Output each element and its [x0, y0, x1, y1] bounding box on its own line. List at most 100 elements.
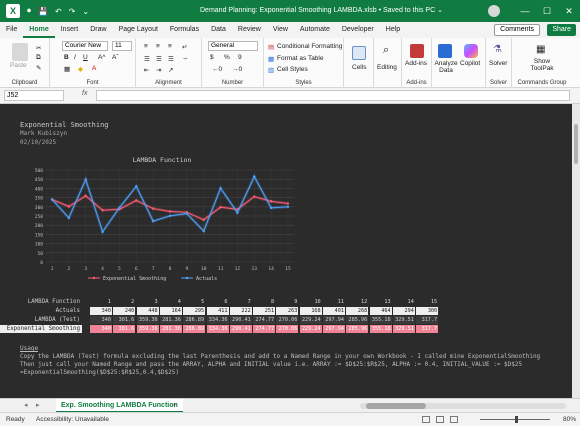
- format-painter-icon[interactable]: ✎: [36, 64, 41, 72]
- table-header-label[interactable]: LAMBDA Function: [0, 298, 80, 306]
- lambda-label[interactable]: LAMBDA (Test): [0, 316, 80, 324]
- tab-formulas[interactable]: Formulas: [164, 22, 205, 38]
- cell-styles-icon[interactable]: ▥: [268, 66, 274, 74]
- table-header-cell[interactable]: 15: [416, 298, 438, 306]
- copy-icon[interactable]: ⧉: [36, 54, 41, 62]
- redo-icon[interactable]: ↷: [69, 7, 76, 16]
- currency-button[interactable]: $: [210, 54, 214, 61]
- usage-line[interactable]: Then just call your Named Range and pass…: [20, 361, 540, 369]
- table-header-cell[interactable]: 3: [137, 298, 159, 306]
- es-cell[interactable]: 270.06: [276, 325, 299, 333]
- usage-line[interactable]: Copy the LAMBDA (Test) formula excluding…: [20, 353, 540, 361]
- tab-developer[interactable]: Developer: [336, 22, 380, 38]
- es-label[interactable]: Exponential Smoothing: [0, 325, 82, 333]
- maximize-icon[interactable]: ☐: [536, 6, 558, 17]
- table-header-cell[interactable]: 12: [346, 298, 368, 306]
- comma-style-button[interactable]: 9: [238, 54, 242, 61]
- actuals-cell[interactable]: 294: [392, 307, 415, 315]
- prev-sheet-icon[interactable]: ◂: [24, 401, 28, 409]
- merge-center-icon[interactable]: ⇔: [182, 55, 189, 62]
- usage-heading[interactable]: Usage: [20, 345, 540, 353]
- italic-button[interactable]: I: [74, 54, 76, 61]
- align-bottom-icon[interactable]: ≡: [168, 43, 172, 50]
- vertical-scrollbar[interactable]: [572, 104, 580, 398]
- conditional-formatting-icon[interactable]: ▤: [268, 43, 274, 51]
- lambda-cell[interactable]: 329.51: [392, 316, 415, 324]
- paste-button[interactable]: Paste: [10, 62, 27, 69]
- tab-review[interactable]: Review: [232, 22, 267, 38]
- vertical-scroll-thumb[interactable]: [574, 124, 578, 164]
- align-right-icon[interactable]: ☰: [168, 55, 174, 63]
- lambda-cell[interactable]: 229.24: [299, 316, 322, 324]
- table-header-cell[interactable]: 10: [300, 298, 322, 306]
- solver-button[interactable]: Solver: [489, 60, 507, 67]
- addins-icon[interactable]: [410, 44, 424, 58]
- zoom-slider-knob[interactable]: [515, 416, 518, 423]
- table-header-cell[interactable]: 6: [207, 298, 229, 306]
- page-layout-view-icon[interactable]: [436, 416, 444, 423]
- es-cell[interactable]: 229.24: [299, 325, 322, 333]
- percent-button[interactable]: %: [224, 54, 230, 61]
- actuals-cell[interactable]: 448: [136, 307, 159, 315]
- zoom-level[interactable]: 80%: [563, 416, 576, 423]
- table-header-cell[interactable]: 4: [160, 298, 182, 306]
- actuals-cell[interactable]: 411: [206, 307, 229, 315]
- decrease-decimal-icon[interactable]: →0: [232, 66, 242, 73]
- es-cell[interactable]: 329.51: [392, 325, 415, 333]
- add-sheet-button[interactable]: +: [172, 400, 177, 410]
- copilot-icon[interactable]: [464, 44, 478, 58]
- lambda-cell[interactable]: 270.06: [276, 316, 299, 324]
- sheet-date[interactable]: 02/10/2025: [20, 139, 56, 146]
- actuals-cell[interactable]: 222: [229, 307, 252, 315]
- next-sheet-icon[interactable]: ▸: [36, 401, 40, 409]
- table-header-cell[interactable]: 11: [323, 298, 345, 306]
- wrap-text-icon[interactable]: ↵: [182, 43, 187, 51]
- copilot-button[interactable]: Copilot: [460, 60, 480, 67]
- tab-home[interactable]: Home: [23, 22, 55, 38]
- toolpak-icon[interactable]: ▦: [536, 44, 545, 55]
- horizontal-scroll-thumb[interactable]: [366, 403, 426, 409]
- table-header-cell[interactable]: 9: [276, 298, 298, 306]
- es-cell[interactable]: 290.41: [229, 325, 252, 333]
- autosave-toggle-icon[interactable]: ⏺: [27, 6, 31, 16]
- decrease-indent-icon[interactable]: ⇤: [144, 66, 149, 74]
- window-title[interactable]: Demand Planning: Exponential Smoothing L…: [200, 6, 443, 14]
- tab-draw[interactable]: Draw: [84, 22, 112, 38]
- undo-icon[interactable]: ↶: [55, 7, 62, 16]
- align-left-icon[interactable]: ☰: [144, 55, 150, 63]
- tab-insert[interactable]: Insert: [55, 22, 85, 38]
- es-cell[interactable]: 286.89: [183, 325, 206, 333]
- es-cell[interactable]: 317.7: [416, 325, 439, 333]
- underline-button[interactable]: U: [83, 54, 88, 61]
- lambda-cell[interactable]: 297.94: [323, 316, 345, 324]
- cut-icon[interactable]: ✂: [36, 44, 41, 52]
- chart[interactable]: LAMBDA Function 0 50 100 150 200 250 300 350 400…: [24, 152, 300, 288]
- tab-data[interactable]: Data: [205, 22, 232, 38]
- increase-decimal-icon[interactable]: ←0: [212, 66, 222, 73]
- analyze-data-icon[interactable]: [438, 44, 452, 58]
- show-toolpak-button[interactable]: Show ToolPak: [526, 58, 558, 72]
- align-center-icon[interactable]: ☰: [156, 55, 162, 63]
- format-as-table-button[interactable]: Format as Table: [277, 55, 323, 62]
- accessibility-status[interactable]: Accessibility: Unavailable: [36, 416, 109, 423]
- table-header-cell[interactable]: 8: [253, 298, 275, 306]
- align-middle-icon[interactable]: ≡: [156, 43, 160, 50]
- es-cell[interactable]: 359.36: [136, 325, 159, 333]
- quick-access-more-icon[interactable]: ⌄: [82, 7, 89, 16]
- actuals-cell[interactable]: 295: [183, 307, 206, 315]
- cell-styles-button[interactable]: Cell Styles: [277, 66, 308, 73]
- paste-icon[interactable]: [12, 43, 28, 61]
- normal-view-icon[interactable]: [422, 416, 430, 423]
- minimize-icon[interactable]: —: [514, 6, 536, 16]
- actuals-cell[interactable]: 340: [90, 307, 112, 315]
- font-color-icon[interactable]: A: [92, 65, 96, 72]
- align-top-icon[interactable]: ≡: [144, 43, 148, 50]
- account-avatar[interactable]: [488, 5, 500, 17]
- name-box[interactable]: J52: [4, 90, 64, 101]
- es-cell[interactable]: 340: [90, 325, 112, 333]
- comments-button[interactable]: Comments: [494, 24, 540, 36]
- analyze-data-button[interactable]: Analyze Data: [434, 60, 458, 74]
- actuals-cell[interactable]: 251: [253, 307, 276, 315]
- lambda-cell[interactable]: 317.7: [416, 316, 439, 324]
- actuals-cell[interactable]: 300: [416, 307, 439, 315]
